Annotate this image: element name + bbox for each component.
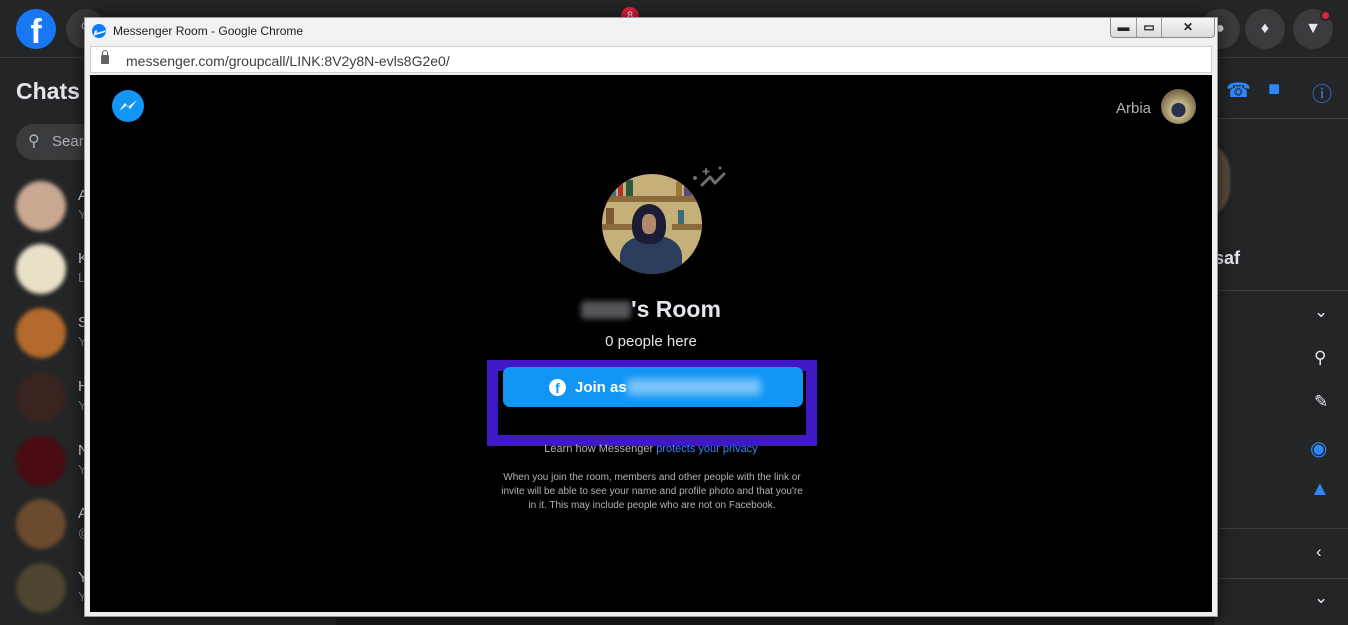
join-disclaimer: When you join the room, members and othe… <box>501 472 803 511</box>
avatar <box>16 181 66 231</box>
photo-book <box>678 210 684 224</box>
photo-person-face <box>642 214 656 234</box>
photo-book <box>610 182 616 196</box>
join-room-button[interactable]: f Join as <box>503 367 803 407</box>
privacy-line: Learn how Messenger protects your privac… <box>90 443 1212 455</box>
emoji-icon[interactable]: ◉ <box>1310 436 1327 461</box>
info-icon[interactable]: ⓘ <box>1312 78 1332 107</box>
maximize-button[interactable]: ▭ <box>1137 18 1162 37</box>
facebook-logo-icon[interactable]: f <box>16 9 56 49</box>
current-user-name: Arbia <box>1116 100 1152 117</box>
room-title-suffix: 's Room <box>631 296 721 322</box>
url-text[interactable]: messenger.com/groupcall/LINK:8V2y8N-evls… <box>126 53 450 69</box>
avatar <box>16 372 66 422</box>
window-title-bar[interactable]: Messenger Room - Google Chrome ▬ ▭ ✕ <box>85 18 1217 44</box>
conversation-info-panel: ☎ ■ ⓘ saf ⌄ ⚲ ✎ ◉ ▲ ‹ ⌄ <box>1198 58 1348 625</box>
bell-icon[interactable]: ♦ <box>1245 9 1285 49</box>
join-button-label: Join as <box>575 379 627 396</box>
search-icon[interactable]: ⚲ <box>1314 348 1326 368</box>
video-icon[interactable]: ■ <box>1268 78 1280 101</box>
close-button[interactable]: ✕ <box>1162 18 1214 37</box>
redacted-host-name <box>581 301 632 319</box>
phone-icon[interactable]: ☎ <box>1226 78 1251 103</box>
photo-book <box>676 182 682 196</box>
avatar <box>16 563 66 613</box>
address-bar[interactable]: messenger.com/groupcall/LINK:8V2y8N-evls… <box>90 46 1212 73</box>
window-title: Messenger Room - Google Chrome <box>113 24 304 38</box>
account-alert-dot <box>1320 10 1331 21</box>
chevron-down-icon[interactable]: ⌄ <box>1314 588 1328 608</box>
messenger-logo-icon[interactable] <box>112 90 144 122</box>
sparkle-icon <box>693 166 726 187</box>
divider <box>1214 290 1348 291</box>
facebook-icon: f <box>549 379 566 396</box>
window-controls: ▬ ▭ ✕ <box>1110 18 1215 38</box>
user-avatar[interactable] <box>1161 89 1196 124</box>
avatar <box>16 244 66 294</box>
messenger-room-page: Arbia 's Room 0 people here f Join as Le… <box>90 75 1212 612</box>
screen: f ⚲ 8 ● ♦ ▼ Chats ⚲ Search Messenger A Y… <box>0 0 1348 625</box>
minimize-button[interactable]: ▬ <box>1111 18 1137 37</box>
chevron-down-icon[interactable]: ⌄ <box>1314 302 1328 322</box>
divider <box>1214 118 1348 119</box>
divider <box>1214 528 1348 529</box>
avatar <box>16 499 66 549</box>
photo-book <box>606 208 614 224</box>
privacy-link[interactable]: protects your privacy <box>656 443 757 455</box>
chevron-left-icon[interactable]: ‹ <box>1316 542 1322 562</box>
chrome-popup-window: Messenger Room - Google Chrome ▬ ▭ ✕ mes… <box>84 17 1218 617</box>
photo-book <box>618 184 623 196</box>
redacted-user-name <box>627 379 761 395</box>
lock-icon[interactable] <box>101 50 109 64</box>
divider <box>1214 578 1348 579</box>
photo-shelf <box>672 224 702 230</box>
people-count: 0 people here <box>605 333 697 350</box>
photo-book <box>626 180 633 196</box>
search-icon: ⚲ <box>28 133 40 150</box>
avatar <box>16 436 66 486</box>
like-icon[interactable]: ▲ <box>1310 478 1330 501</box>
privacy-prefix: Learn how Messenger <box>544 443 654 455</box>
avatar <box>16 308 66 358</box>
room-title: 's Room <box>90 296 1212 323</box>
edit-icon[interactable]: ✎ <box>1314 392 1328 412</box>
chats-title: Chats <box>16 78 80 104</box>
messenger-favicon-icon <box>92 24 106 38</box>
